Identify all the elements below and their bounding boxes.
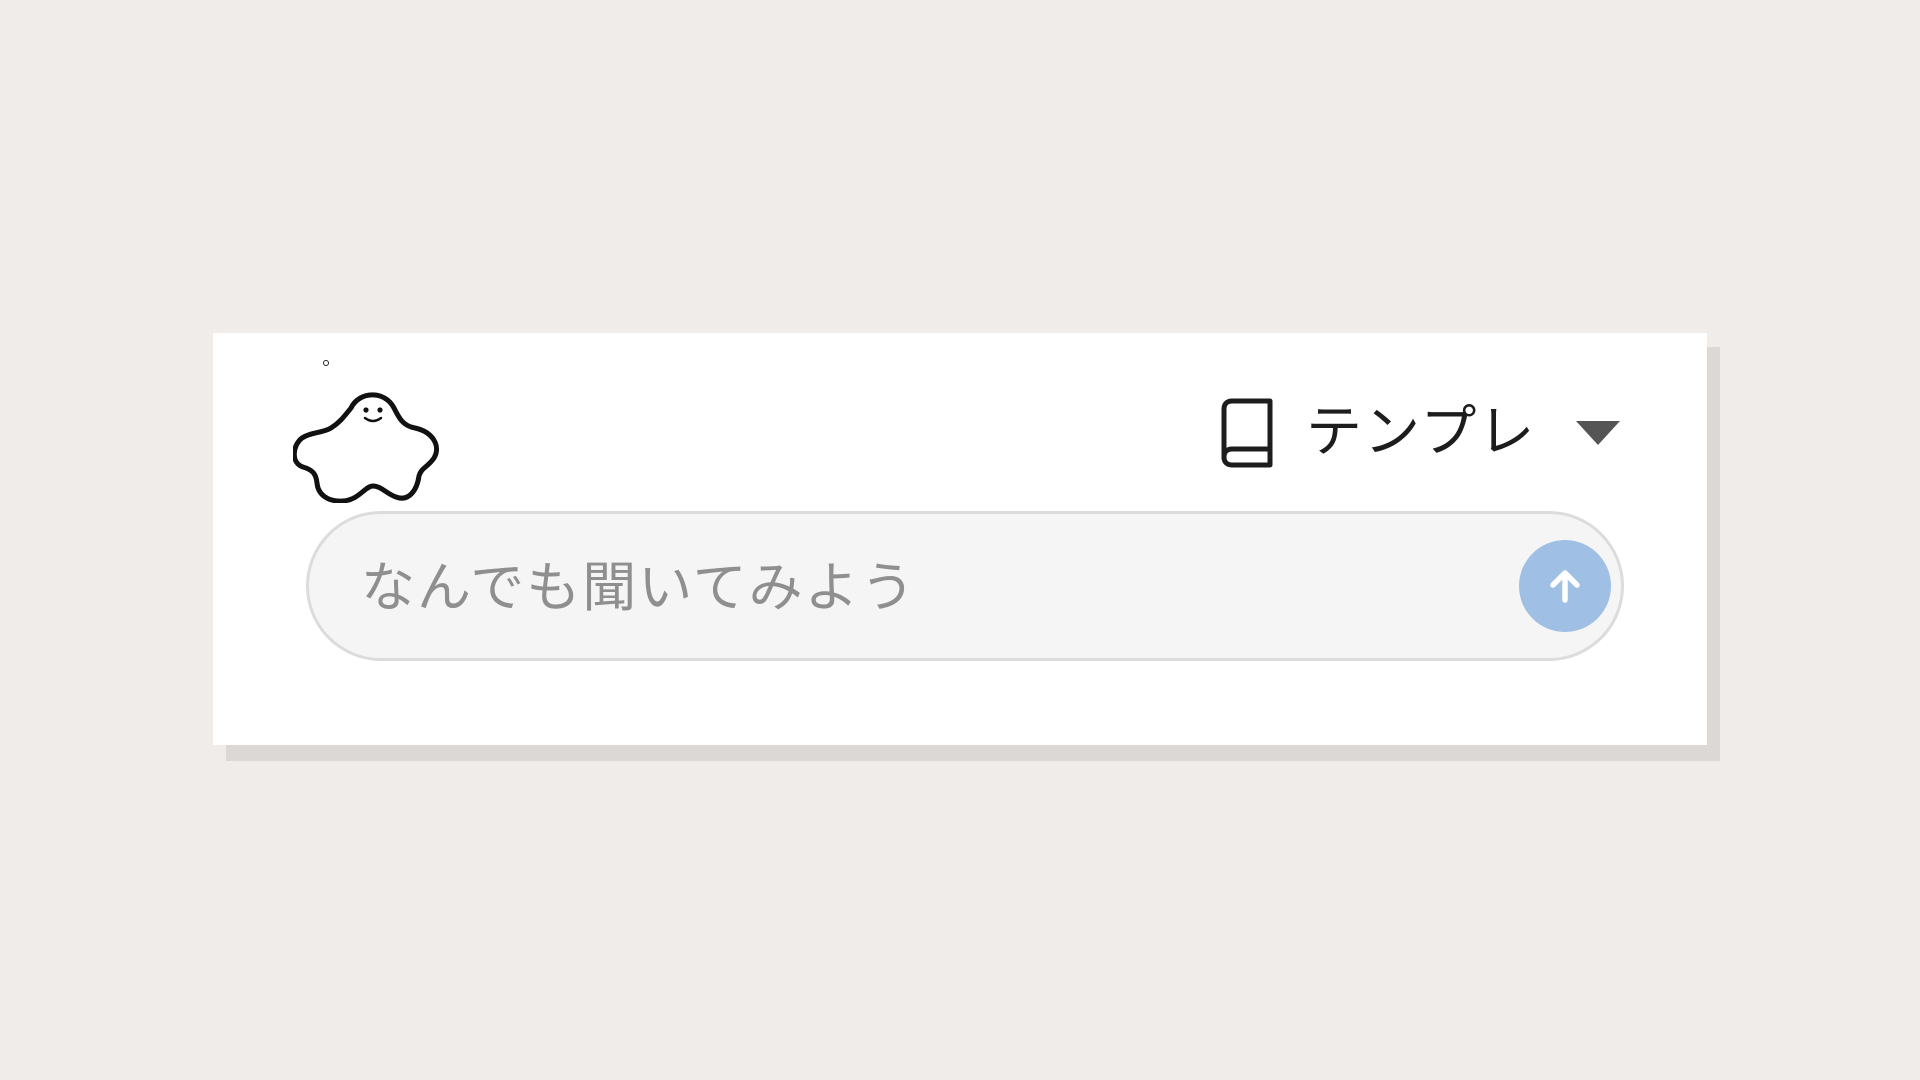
template-label: テンプレ <box>1306 400 1537 465</box>
dot-icon <box>323 360 329 366</box>
blob-mascot-icon <box>291 388 443 504</box>
send-button[interactable] <box>1519 540 1611 632</box>
chevron-down-icon <box>1574 419 1622 447</box>
search-box <box>306 511 1624 661</box>
arrow-up-icon <box>1543 564 1587 608</box>
prompt-card: テンプレ <box>213 333 1707 745</box>
book-icon <box>1216 397 1276 469</box>
search-input[interactable] <box>359 534 1463 640</box>
template-dropdown[interactable]: テンプレ <box>1198 393 1638 473</box>
